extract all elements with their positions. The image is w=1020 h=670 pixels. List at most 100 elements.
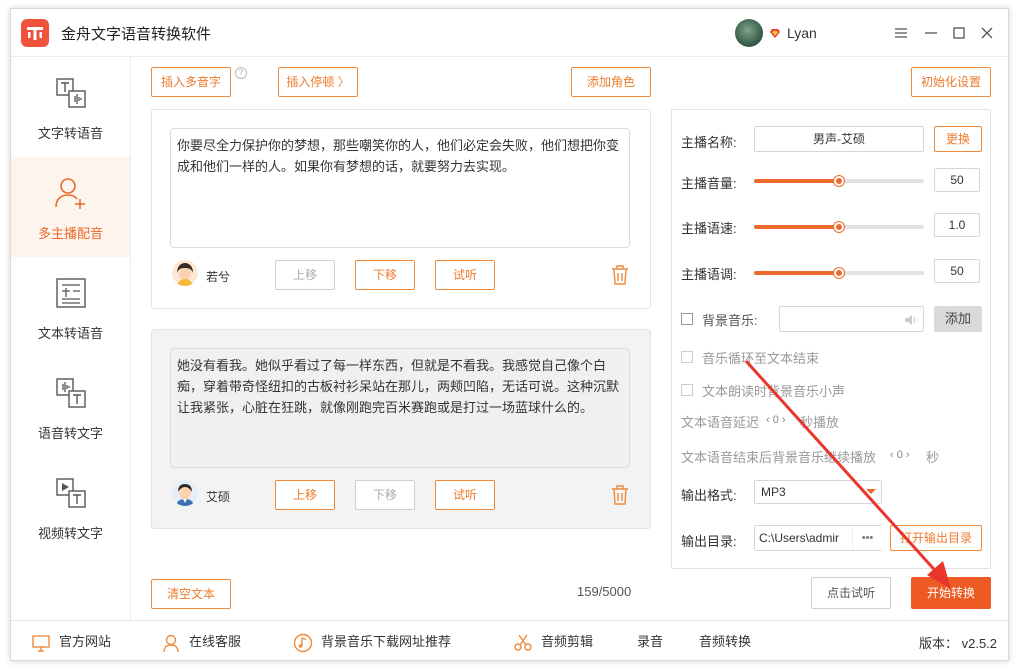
loop-checkbox[interactable] (681, 351, 693, 363)
lower-volume-checkbox[interactable] (681, 384, 693, 396)
move-up-button[interactable]: 上移 (275, 260, 335, 290)
sidebar: 文字转语音 多主播配音 文本转语音 语音转文字 视频转文字 (11, 57, 131, 620)
speed-slider-handle[interactable] (834, 222, 844, 232)
speech-to-text-icon (56, 378, 86, 408)
continue-spinner[interactable]: ‹ 0 › (890, 449, 910, 461)
sidebar-item-video-to-text[interactable]: 视频转文字 (11, 457, 130, 557)
record-label: 录音 (637, 634, 664, 649)
service-link[interactable]: 在线客服 (161, 631, 241, 653)
trash-icon[interactable] (610, 484, 630, 506)
app-window: 金舟文字语音转换软件 Lyan 文字转语音 多主播配音 文本转语音 语音转文字 … (10, 8, 1009, 661)
voice-text-input[interactable]: 你要尽全力保护你的梦想，那些嘲笑你的人，他们必定会失败，他们想把你变成和他们一样… (170, 128, 630, 248)
move-down-button[interactable]: 下移 (355, 260, 415, 290)
sidebar-item-label: 文字转语音 (37, 126, 103, 141)
trash-icon[interactable] (610, 264, 630, 286)
continue-label: 文本语音结束后背景音乐继续播放 (681, 450, 877, 465)
pitch-input[interactable]: 50 (934, 259, 980, 283)
speaker-name: 艾硕 (206, 490, 231, 504)
help-icon[interactable]: ? (235, 67, 247, 79)
bottom-bar: 官方网站 在线客服 背景音乐下载网址推荐 音频剪辑 录音 音频转换 版本： v2… (11, 620, 1008, 660)
version-label: 版本： v2.5.2 (919, 636, 998, 651)
add-bgm-button[interactable]: 添加 (934, 306, 982, 332)
dir-value: C:\Users\admir (759, 531, 840, 545)
speed-input[interactable]: 1.0 (934, 213, 980, 237)
anchor-name-field: 男声-艾硕 (754, 126, 924, 152)
speed-slider[interactable] (754, 222, 924, 232)
browse-dir-button[interactable]: ••• (852, 526, 882, 550)
user-name[interactable]: Lyan (787, 25, 817, 41)
menu-icon[interactable] (891, 23, 911, 43)
website-link[interactable]: 官方网站 (31, 631, 111, 653)
delay-value: 0 (772, 414, 779, 426)
pitch-label: 主播语调: (681, 267, 737, 282)
start-convert-button[interactable]: 开始转换 (911, 577, 991, 609)
delay-spinner[interactable]: ‹ 0 › (766, 414, 786, 426)
voice-text-input[interactable]: 她没有看我。她似乎看过了每一样东西，但就是不看我。我感觉自己像个白痴，穿着带奇怪… (170, 348, 630, 468)
insert-polyphone-button[interactable]: 插入多音字 (151, 67, 231, 97)
minimize-icon[interactable] (921, 23, 941, 43)
settings-panel: 主播名称: 男声-艾硕 更换 主播音量: 50 主播语速: 1.0 主播语调: … (671, 109, 991, 569)
loop-label: 音乐循环至文本结束 (702, 351, 820, 366)
sidebar-item-label: 视频转文字 (37, 526, 103, 541)
volume-slider-handle[interactable] (834, 176, 844, 186)
clear-text-button[interactable]: 清空文本 (151, 579, 231, 609)
speaker-avatar (172, 260, 198, 286)
open-dir-button[interactable]: 打开输出目录 (890, 525, 982, 551)
volume-slider[interactable] (754, 176, 924, 186)
format-select[interactable]: MP3 (754, 480, 882, 504)
scissors-icon (514, 634, 532, 651)
speaker-avatar (172, 480, 198, 506)
char-counter: 159/5000 (577, 584, 632, 599)
customer-service-icon (163, 634, 179, 652)
sidebar-item-label: 多主播配音 (37, 226, 103, 241)
insert-pause-button[interactable]: 插入停顿 〉 (278, 67, 358, 97)
init-settings-button[interactable]: 初始化设置 (911, 67, 991, 97)
close-icon[interactable] (977, 23, 997, 43)
listen-button[interactable]: 试听 (435, 260, 495, 290)
move-down-button[interactable]: 下移 (355, 480, 415, 510)
delay-label: 文本语音延迟 (681, 415, 760, 430)
move-up-button[interactable]: 上移 (275, 480, 335, 510)
title-bar: 金舟文字语音转换软件 Lyan (11, 9, 1008, 57)
sidebar-item-multi-anchor[interactable]: 多主播配音 (11, 157, 130, 257)
bgm-label: 背景音乐: (702, 313, 758, 328)
sidebar-item-label: 文本转语音 (37, 326, 103, 341)
service-label: 在线客服 (189, 634, 242, 649)
monitor-icon (32, 634, 50, 652)
bgm-download-link[interactable]: 背景音乐下载网址推荐 (293, 631, 451, 653)
user-avatar[interactable] (735, 19, 763, 47)
pitch-slider-handle[interactable] (834, 268, 844, 278)
continue-value: 0 (896, 449, 903, 461)
sidebar-item-document-to-speech[interactable]: 文本转语音 (11, 257, 130, 357)
delay-unit: 秒播放 (800, 415, 840, 430)
audio-edit-link[interactable]: 音频剪辑 (513, 631, 593, 653)
try-listen-button[interactable]: 点击试听 (811, 577, 891, 609)
record-link[interactable]: 录音 (637, 631, 663, 653)
sidebar-item-label: 语音转文字 (37, 426, 103, 441)
sidebar-item-speech-to-text[interactable]: 语音转文字 (11, 357, 130, 457)
vip-icon (770, 29, 780, 38)
volume-input[interactable]: 50 (934, 168, 980, 192)
listen-button[interactable]: 试听 (435, 480, 495, 510)
speed-label: 主播语速: (681, 221, 737, 236)
add-role-button[interactable]: 添加角色 (571, 67, 651, 97)
audio-convert-link[interactable]: 音频转换 (699, 631, 751, 653)
bgm-checkbox[interactable] (681, 313, 693, 325)
change-anchor-button[interactable]: 更换 (934, 126, 982, 152)
video-to-text-icon (56, 478, 86, 508)
speaker-name: 若兮 (206, 270, 231, 284)
format-value: MP3 (761, 485, 786, 499)
maximize-icon[interactable] (949, 23, 969, 43)
bgm-field[interactable] (779, 306, 924, 332)
text-to-speech-icon (56, 78, 86, 108)
audio-convert-label: 音频转换 (699, 634, 752, 649)
bgm-download-label: 背景音乐下载网址推荐 (321, 634, 452, 649)
multi-anchor-icon (55, 178, 85, 209)
sidebar-item-text-to-speech[interactable]: 文字转语音 (11, 57, 130, 157)
format-label: 输出格式: (681, 488, 737, 503)
chevron-down-icon (866, 489, 876, 494)
pitch-slider[interactable] (754, 268, 924, 278)
app-title: 金舟文字语音转换软件 (61, 26, 212, 43)
voice-card: 她没有看我。她似乎看过了每一样东西，但就是不看我。我感觉自己像个白痴，穿着带奇怪… (151, 329, 651, 529)
dir-label: 输出目录: (681, 534, 737, 549)
